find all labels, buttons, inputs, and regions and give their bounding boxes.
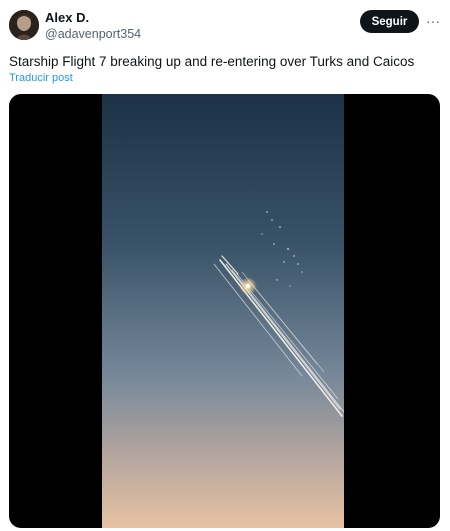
avatar-image xyxy=(9,10,39,40)
video-media[interactable] xyxy=(9,94,440,528)
display-name[interactable]: Alex D. xyxy=(45,10,89,25)
video-frame xyxy=(102,94,344,528)
follow-button[interactable]: Seguir xyxy=(360,10,419,33)
more-options-icon[interactable]: ··· xyxy=(424,10,442,32)
user-handle[interactable]: @adavenport354 xyxy=(45,27,141,42)
translate-post-link[interactable]: Traducir post xyxy=(9,72,73,85)
avatar[interactable] xyxy=(9,10,39,40)
tweet-text: Starship Flight 7 breaking up and re-ent… xyxy=(9,54,415,69)
